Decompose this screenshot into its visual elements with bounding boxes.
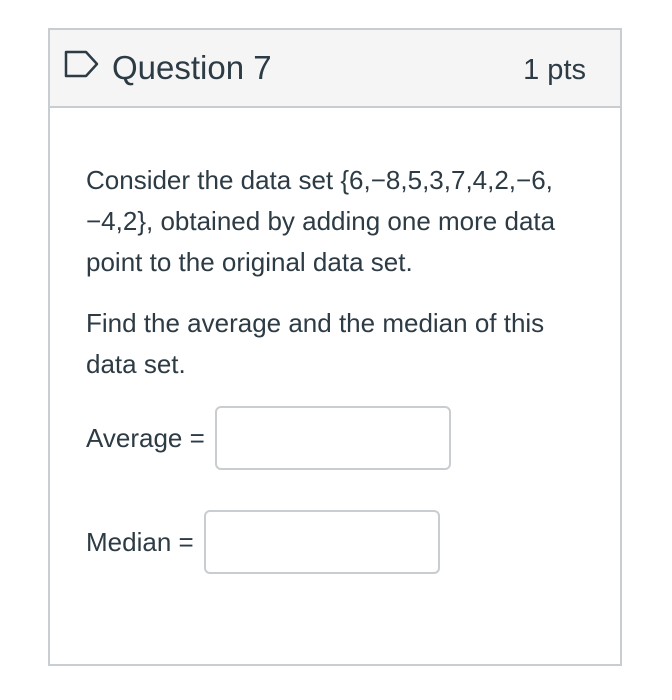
- median-label: Median =: [86, 526, 194, 557]
- average-input[interactable]: [214, 406, 451, 470]
- median-answer-row: Median =: [86, 510, 440, 574]
- median-input[interactable]: [203, 510, 440, 574]
- average-label: Average =: [86, 422, 205, 453]
- question-text: Consider the data set {6,−8,5,3,7,4,2,−6…: [86, 165, 556, 277]
- average-answer-row: Average =: [86, 406, 451, 470]
- question-header: Question 7 1 pts: [50, 30, 620, 108]
- question-body: Consider the data set {6,−8,5,3,7,4,2,−6…: [86, 160, 586, 405]
- question-title: Question 7: [112, 49, 272, 86]
- question-instruction: Find the average and the median of this …: [86, 308, 545, 379]
- flag-outline-icon[interactable]: [64, 50, 100, 78]
- question-card: Question 7 1 pts Consider the data set {…: [48, 28, 622, 666]
- question-points: 1 pts: [523, 54, 586, 86]
